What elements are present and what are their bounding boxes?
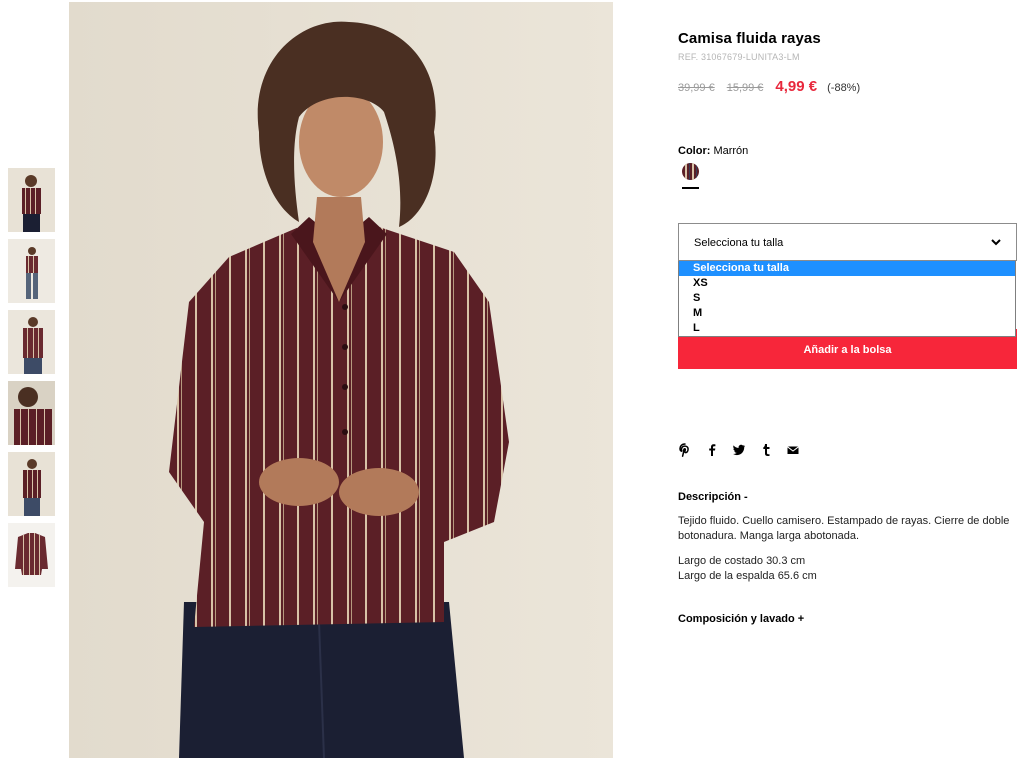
thumbnail-3[interactable] bbox=[8, 310, 55, 374]
sale-price: 4,99 € bbox=[775, 78, 818, 95]
size-option-placeholder[interactable]: Selecciona tu talla bbox=[679, 261, 1015, 276]
size-option-s[interactable]: S bbox=[679, 291, 1015, 306]
measurement-back-length: Largo de la espalda 65.6 cm bbox=[678, 570, 817, 582]
product-title: Camisa fluida rayas bbox=[678, 30, 821, 47]
twitter-icon[interactable] bbox=[732, 443, 746, 457]
thumbnail-1[interactable] bbox=[8, 168, 55, 232]
color-label-row: Color: Marrón bbox=[678, 145, 748, 157]
email-icon[interactable] bbox=[786, 443, 800, 457]
thumbnail-6[interactable] bbox=[8, 523, 55, 587]
previous-price: 15,99 € bbox=[726, 82, 764, 94]
main-product-image bbox=[69, 2, 613, 758]
size-select-value: Selecciona tu talla bbox=[694, 237, 784, 249]
size-select[interactable]: Selecciona tu talla bbox=[678, 223, 1017, 261]
size-option-m[interactable]: M bbox=[679, 306, 1015, 321]
original-price: 39,99 € bbox=[678, 82, 715, 94]
measurement-side-length: Largo de costado 30.3 cm bbox=[678, 555, 806, 567]
chevron-down-icon bbox=[991, 239, 1001, 246]
color-label: Color: bbox=[678, 145, 711, 157]
color-swatch[interactable] bbox=[682, 163, 699, 180]
social-share-row bbox=[678, 443, 813, 457]
thumbnail-list bbox=[8, 168, 55, 594]
swatch-selected-indicator bbox=[682, 187, 699, 189]
tumblr-icon[interactable] bbox=[759, 443, 773, 457]
thumbnail-5[interactable] bbox=[8, 452, 55, 516]
measurements: Largo de costado 30.3 cm Largo de la esp… bbox=[678, 554, 817, 584]
description-text: Tejido fluido. Cuello camisero. Estampad… bbox=[678, 515, 1010, 542]
size-options-dropdown: Selecciona tu talla XS S M L bbox=[678, 261, 1016, 337]
pinterest-icon[interactable] bbox=[678, 443, 692, 457]
product-reference: REF. 31067679-LUNITA3-LM bbox=[678, 52, 800, 62]
facebook-icon[interactable] bbox=[705, 443, 719, 457]
price-row: 39,99 € 15,99 € 4,99 € (-88%) bbox=[678, 78, 860, 95]
size-option-xs[interactable]: XS bbox=[679, 276, 1015, 291]
discount-badge: (-88%) bbox=[827, 82, 861, 94]
composition-heading[interactable]: Composición y lavado + bbox=[678, 613, 804, 625]
color-value: Marrón bbox=[713, 145, 749, 157]
thumbnail-2[interactable] bbox=[8, 239, 55, 303]
description-heading[interactable]: Descripción - bbox=[678, 491, 748, 503]
size-option-l[interactable]: L bbox=[679, 321, 1015, 336]
thumbnail-4[interactable] bbox=[8, 381, 55, 445]
